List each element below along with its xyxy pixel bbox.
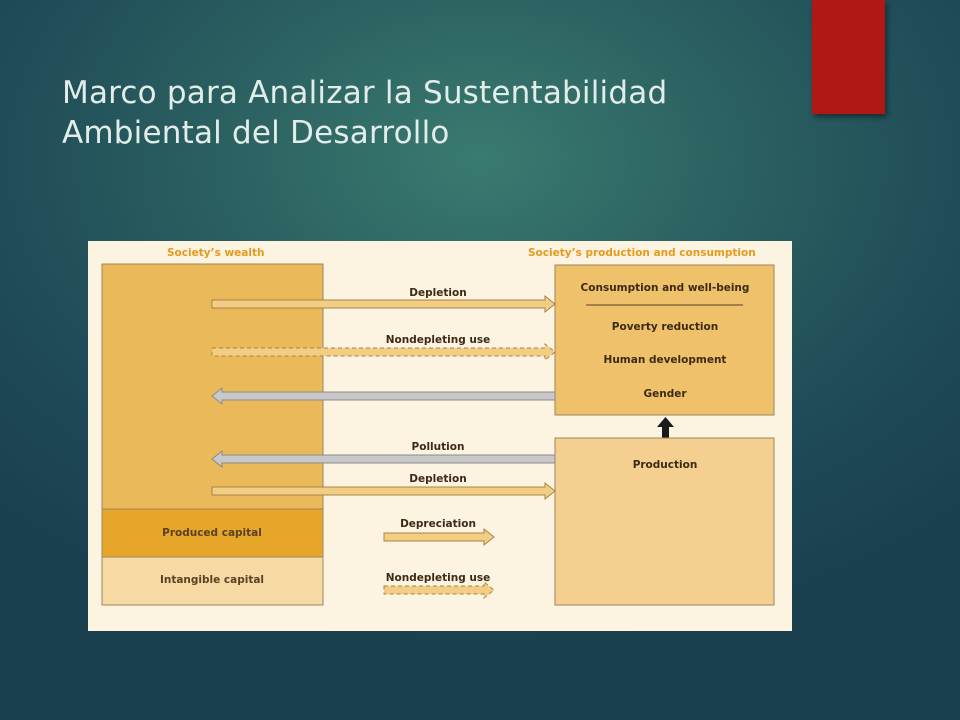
production-to-consumption-arrow [657,417,674,438]
consumption-wellbeing-box: Consumption and well-being Poverty reduc… [554,264,775,416]
society-wealth-box: Produced capital Intangible capital [101,263,324,606]
gender-label: Gender [643,388,687,400]
depreciation-label: Depreciation [400,518,476,530]
depletion-bottom-label: Depletion [409,473,466,485]
title-accent-bar [812,0,885,114]
depletion-top-label: Depletion [409,287,466,299]
nondepleting-top-label: Nondepleting use [386,334,490,346]
nondepleting-use-arrow-bottom: Nondepleting use [383,572,495,600]
pollution-label: Pollution [412,441,465,453]
society-wealth-header: Society’s wealth [167,247,264,259]
production-consumption-header: Society’s production and consumption [528,247,756,259]
consumption-wellbeing-title: Consumption and well-being [581,282,750,294]
produced-capital-label: Produced capital [162,527,262,539]
production-box: Production [554,437,775,606]
intangible-capital-label: Intangible capital [160,574,264,586]
nondepleting-bottom-label: Nondepleting use [386,572,490,584]
human-development-label: Human development [604,354,727,366]
poverty-reduction-label: Poverty reduction [612,321,718,333]
production-title: Production [633,459,698,471]
sustainability-framework-diagram: Society’s wealth Society’s production an… [88,241,792,631]
depreciation-arrow: Depreciation [383,518,495,547]
slide-title-line-1: Marco para Analizar la Sustentabilidad [62,74,668,111]
slide-title: Marco para Analizar la Sustentabilidad A… [62,73,802,153]
slide-title-line-2: Ambiental del Desarrollo [62,114,450,151]
